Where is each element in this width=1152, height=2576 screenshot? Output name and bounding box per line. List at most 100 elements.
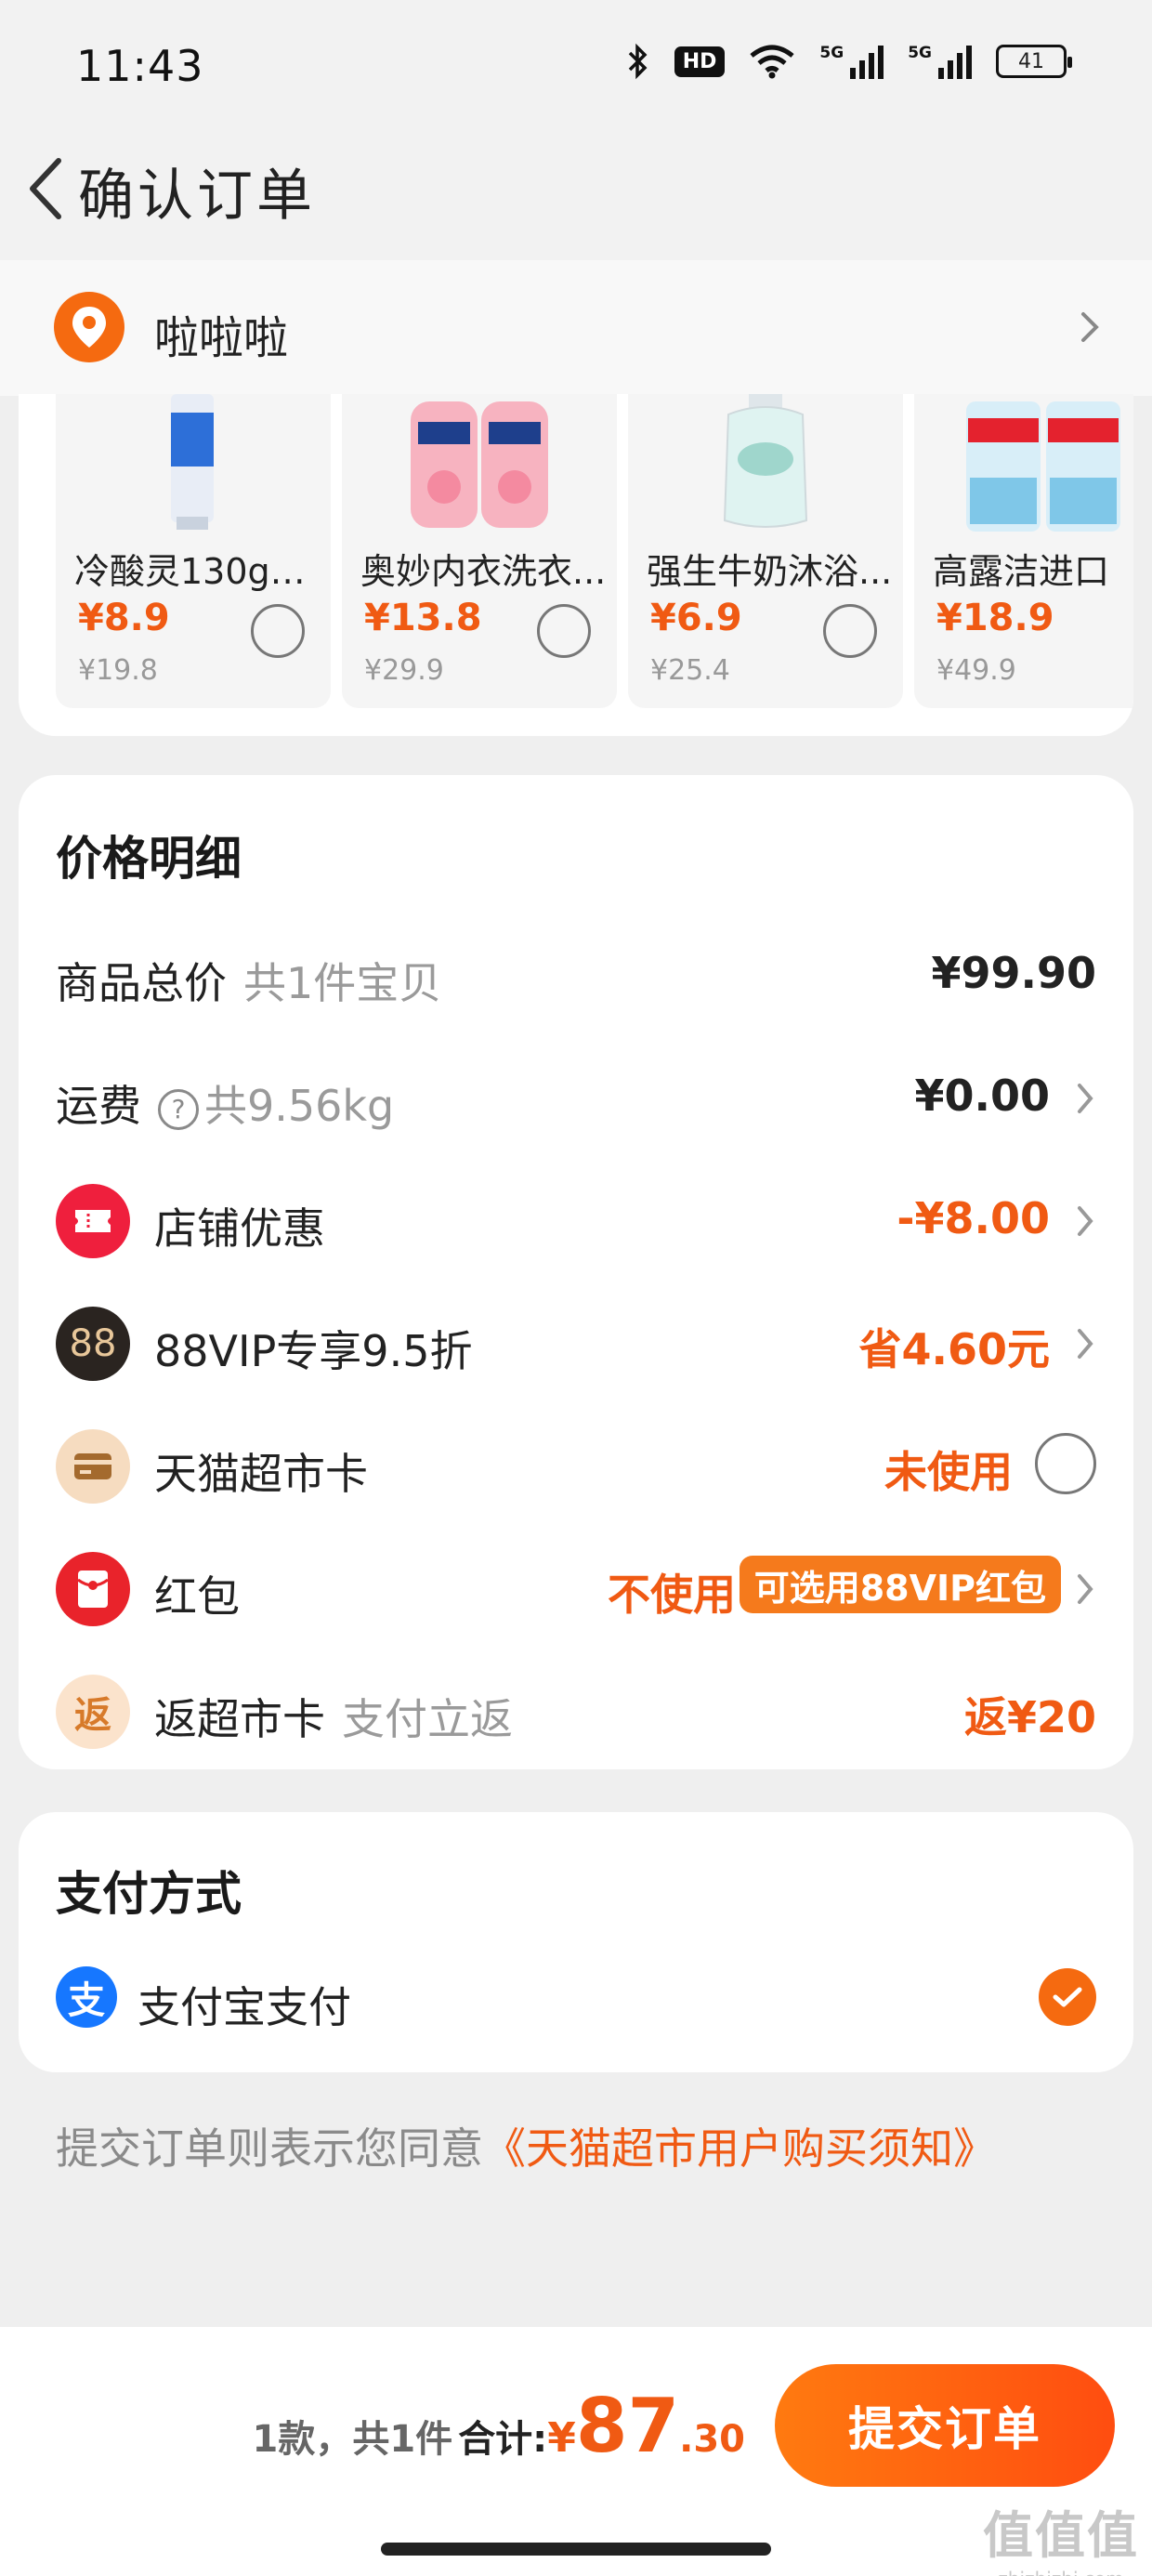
item-count: 1款，共1件 xyxy=(252,2418,453,2461)
product-image xyxy=(411,401,548,528)
red-packet-label: 红包 xyxy=(154,1571,240,1622)
market-card-label: 天猫超市卡 xyxy=(154,1449,368,1499)
signal-2-icon: 5G xyxy=(908,44,972,79)
product-price: ¥13.8 xyxy=(364,597,482,639)
bottom-bar: 1款，共1件 合计: ¥ 87 .30 提交订单 值值值 zhizhizhi.c… xyxy=(0,2327,1152,2576)
red-packet-value: 不使用 xyxy=(608,1570,736,1620)
hd-icon: HD xyxy=(674,46,726,77)
payment-method-label: 支付宝支付 xyxy=(137,1982,351,2032)
price-detail-card: 价格明细 商品总价 共1件宝贝 ¥99.90 运费? 共9.56kg ¥0.00 店… xyxy=(19,775,1133,1769)
page-title: 确认订单 xyxy=(78,164,316,229)
vip-label: 88VIP专享9.5折 xyxy=(154,1326,473,1376)
shipping-row[interactable]: 运费? 共9.56kg ¥0.00 xyxy=(19,1052,1133,1145)
payment-method-row[interactable]: 支 支付宝支付 xyxy=(19,1952,1133,2044)
chevron-right-icon xyxy=(1081,312,1099,342)
agreement-text: 提交订单则表示您同意《天猫超市用户购买须知》 xyxy=(56,2115,996,2176)
payment-title: 支付方式 xyxy=(56,1867,242,1921)
address-row[interactable]: 啦啦啦 xyxy=(0,260,1152,396)
home-indicator[interactable] xyxy=(381,2543,771,2556)
order-summary: 1款，共1件 合计: ¥ 87 .30 xyxy=(253,2383,745,2469)
network-2-label: 5G xyxy=(908,44,932,62)
card-icon xyxy=(56,1429,130,1504)
cashback-row: 返 返超市卡 支付立返 返¥20 xyxy=(19,1665,1133,1758)
chevron-right-icon xyxy=(1078,1206,1093,1236)
product-select-radio[interactable] xyxy=(537,604,591,658)
goods-total-sub: 共1件宝贝 xyxy=(243,958,442,1008)
checkmark-icon[interactable] xyxy=(1039,1968,1096,2026)
product-price: ¥8.9 xyxy=(78,597,170,639)
product-name: 高露洁进口 xyxy=(933,551,1110,592)
product-card-3[interactable]: 强生牛奶沐浴... ¥6.9 ¥25.4 xyxy=(628,394,903,708)
product-image xyxy=(723,394,808,528)
chevron-left-icon xyxy=(30,158,61,219)
status-time: 11:43 xyxy=(76,41,204,91)
agreement-prefix: 提交订单则表示您同意 xyxy=(56,2123,483,2174)
market-card-row[interactable]: 天猫超市卡 未使用 xyxy=(19,1420,1133,1513)
status-bar: 11:43 HD 5G 5G 41 xyxy=(0,0,1152,130)
product-select-radio[interactable] xyxy=(823,604,877,658)
product-price: ¥6.9 xyxy=(650,597,742,639)
store-discount-label: 店铺优惠 xyxy=(154,1203,325,1254)
goods-total-value: ¥99.90 xyxy=(931,948,1096,998)
price-detail-title: 价格明细 xyxy=(56,832,242,886)
help-icon[interactable]: ? xyxy=(158,1088,199,1130)
product-original-price: ¥29.9 xyxy=(364,654,444,687)
red-packet-row[interactable]: 红包 不使用 可选用88VIP红包 xyxy=(19,1543,1133,1636)
product-name: 强生牛奶沐浴... xyxy=(647,551,893,592)
total-amount-dec: .30 xyxy=(679,2418,745,2461)
shipping-value: ¥0.00 xyxy=(914,1071,1050,1121)
nav-bar: 确认订单 xyxy=(0,130,1152,260)
product-price: ¥18.9 xyxy=(936,597,1054,639)
goods-total-row: 商品总价 共1件宝贝 ¥99.90 xyxy=(19,929,1133,1022)
back-button[interactable] xyxy=(13,138,78,240)
wifi-icon xyxy=(749,44,795,79)
vip-value: 省4.60元 xyxy=(858,1324,1051,1374)
shipping-weight: 共9.56kg xyxy=(204,1081,395,1131)
product-original-price: ¥25.4 xyxy=(650,654,730,687)
store-discount-value: -¥8.00 xyxy=(897,1193,1050,1243)
payment-card: 支付方式 支 支付宝支付 xyxy=(19,1812,1133,2072)
product-select-radio[interactable] xyxy=(251,604,305,658)
total-label: 合计: xyxy=(458,2418,548,2461)
product-card-4[interactable]: 高露洁进口 ¥18.9 ¥49.9 xyxy=(914,394,1133,708)
watermark-url: zhizhizhi.com xyxy=(983,2568,1139,2576)
goods-total-label: 商品总价 xyxy=(56,958,227,1008)
chevron-right-icon xyxy=(1078,1084,1093,1113)
vip-88-icon: 88 xyxy=(56,1307,130,1381)
total-amount-int: 87 xyxy=(575,2383,680,2469)
product-card-1[interactable]: 冷酸灵130g极... ¥8.9 ¥19.8 xyxy=(56,394,331,708)
market-card-value: 未使用 xyxy=(884,1447,1013,1497)
product-original-price: ¥19.8 xyxy=(78,654,158,687)
red-packet-icon xyxy=(56,1552,130,1626)
product-name: 冷酸灵130g极... xyxy=(74,551,325,592)
recommended-products: 冷酸灵130g极... ¥8.9 ¥19.8 奥妙内衣洗衣... ¥13.8 ¥… xyxy=(19,394,1133,736)
product-original-price: ¥49.9 xyxy=(936,654,1016,687)
status-icons: HD 5G 5G 41 xyxy=(626,43,1072,80)
signal-1-icon: 5G xyxy=(819,44,884,79)
product-image xyxy=(966,401,1120,532)
market-card-radio[interactable] xyxy=(1035,1433,1096,1494)
vip-red-packet-tag[interactable]: 可选用88VIP红包 xyxy=(739,1556,1061,1613)
alipay-icon: 支 xyxy=(56,1966,117,2028)
currency-symbol: ¥ xyxy=(547,2414,576,2462)
battery-level: 41 xyxy=(1018,49,1044,73)
network-1-label: 5G xyxy=(819,44,844,62)
submit-order-button[interactable]: 提交订单 xyxy=(775,2364,1115,2487)
chevron-right-icon xyxy=(1078,1574,1093,1604)
cashback-sub: 支付立返 xyxy=(342,1694,513,1744)
chevron-right-icon xyxy=(1078,1329,1093,1359)
watermark: 值值值 zhizhizhi.com xyxy=(983,2494,1139,2576)
cashback-icon: 返 xyxy=(56,1675,130,1749)
product-card-2[interactable]: 奥妙内衣洗衣... ¥13.8 ¥29.9 xyxy=(342,394,617,708)
vip-row[interactable]: 88 88VIP专享9.5折 省4.60元 xyxy=(19,1297,1133,1390)
bluetooth-icon xyxy=(626,43,650,80)
vip-badge-text: 88 xyxy=(69,1322,117,1365)
address-name: 啦啦啦 xyxy=(154,312,289,364)
coupon-icon xyxy=(56,1184,130,1258)
battery-icon: 41 xyxy=(996,45,1072,78)
watermark-logo: 值值值 xyxy=(983,2506,1139,2565)
agreement-link[interactable]: 《天猫超市用户购买须知》 xyxy=(483,2123,996,2174)
store-discount-row[interactable]: 店铺优惠 -¥8.00 xyxy=(19,1175,1133,1268)
order-confirm-page: 11:43 HD 5G 5G 41 确认订单 啦啦啦 冷酸灵130g极... ¥… xyxy=(0,0,1152,2576)
shipping-label: 运费 xyxy=(56,1081,141,1131)
